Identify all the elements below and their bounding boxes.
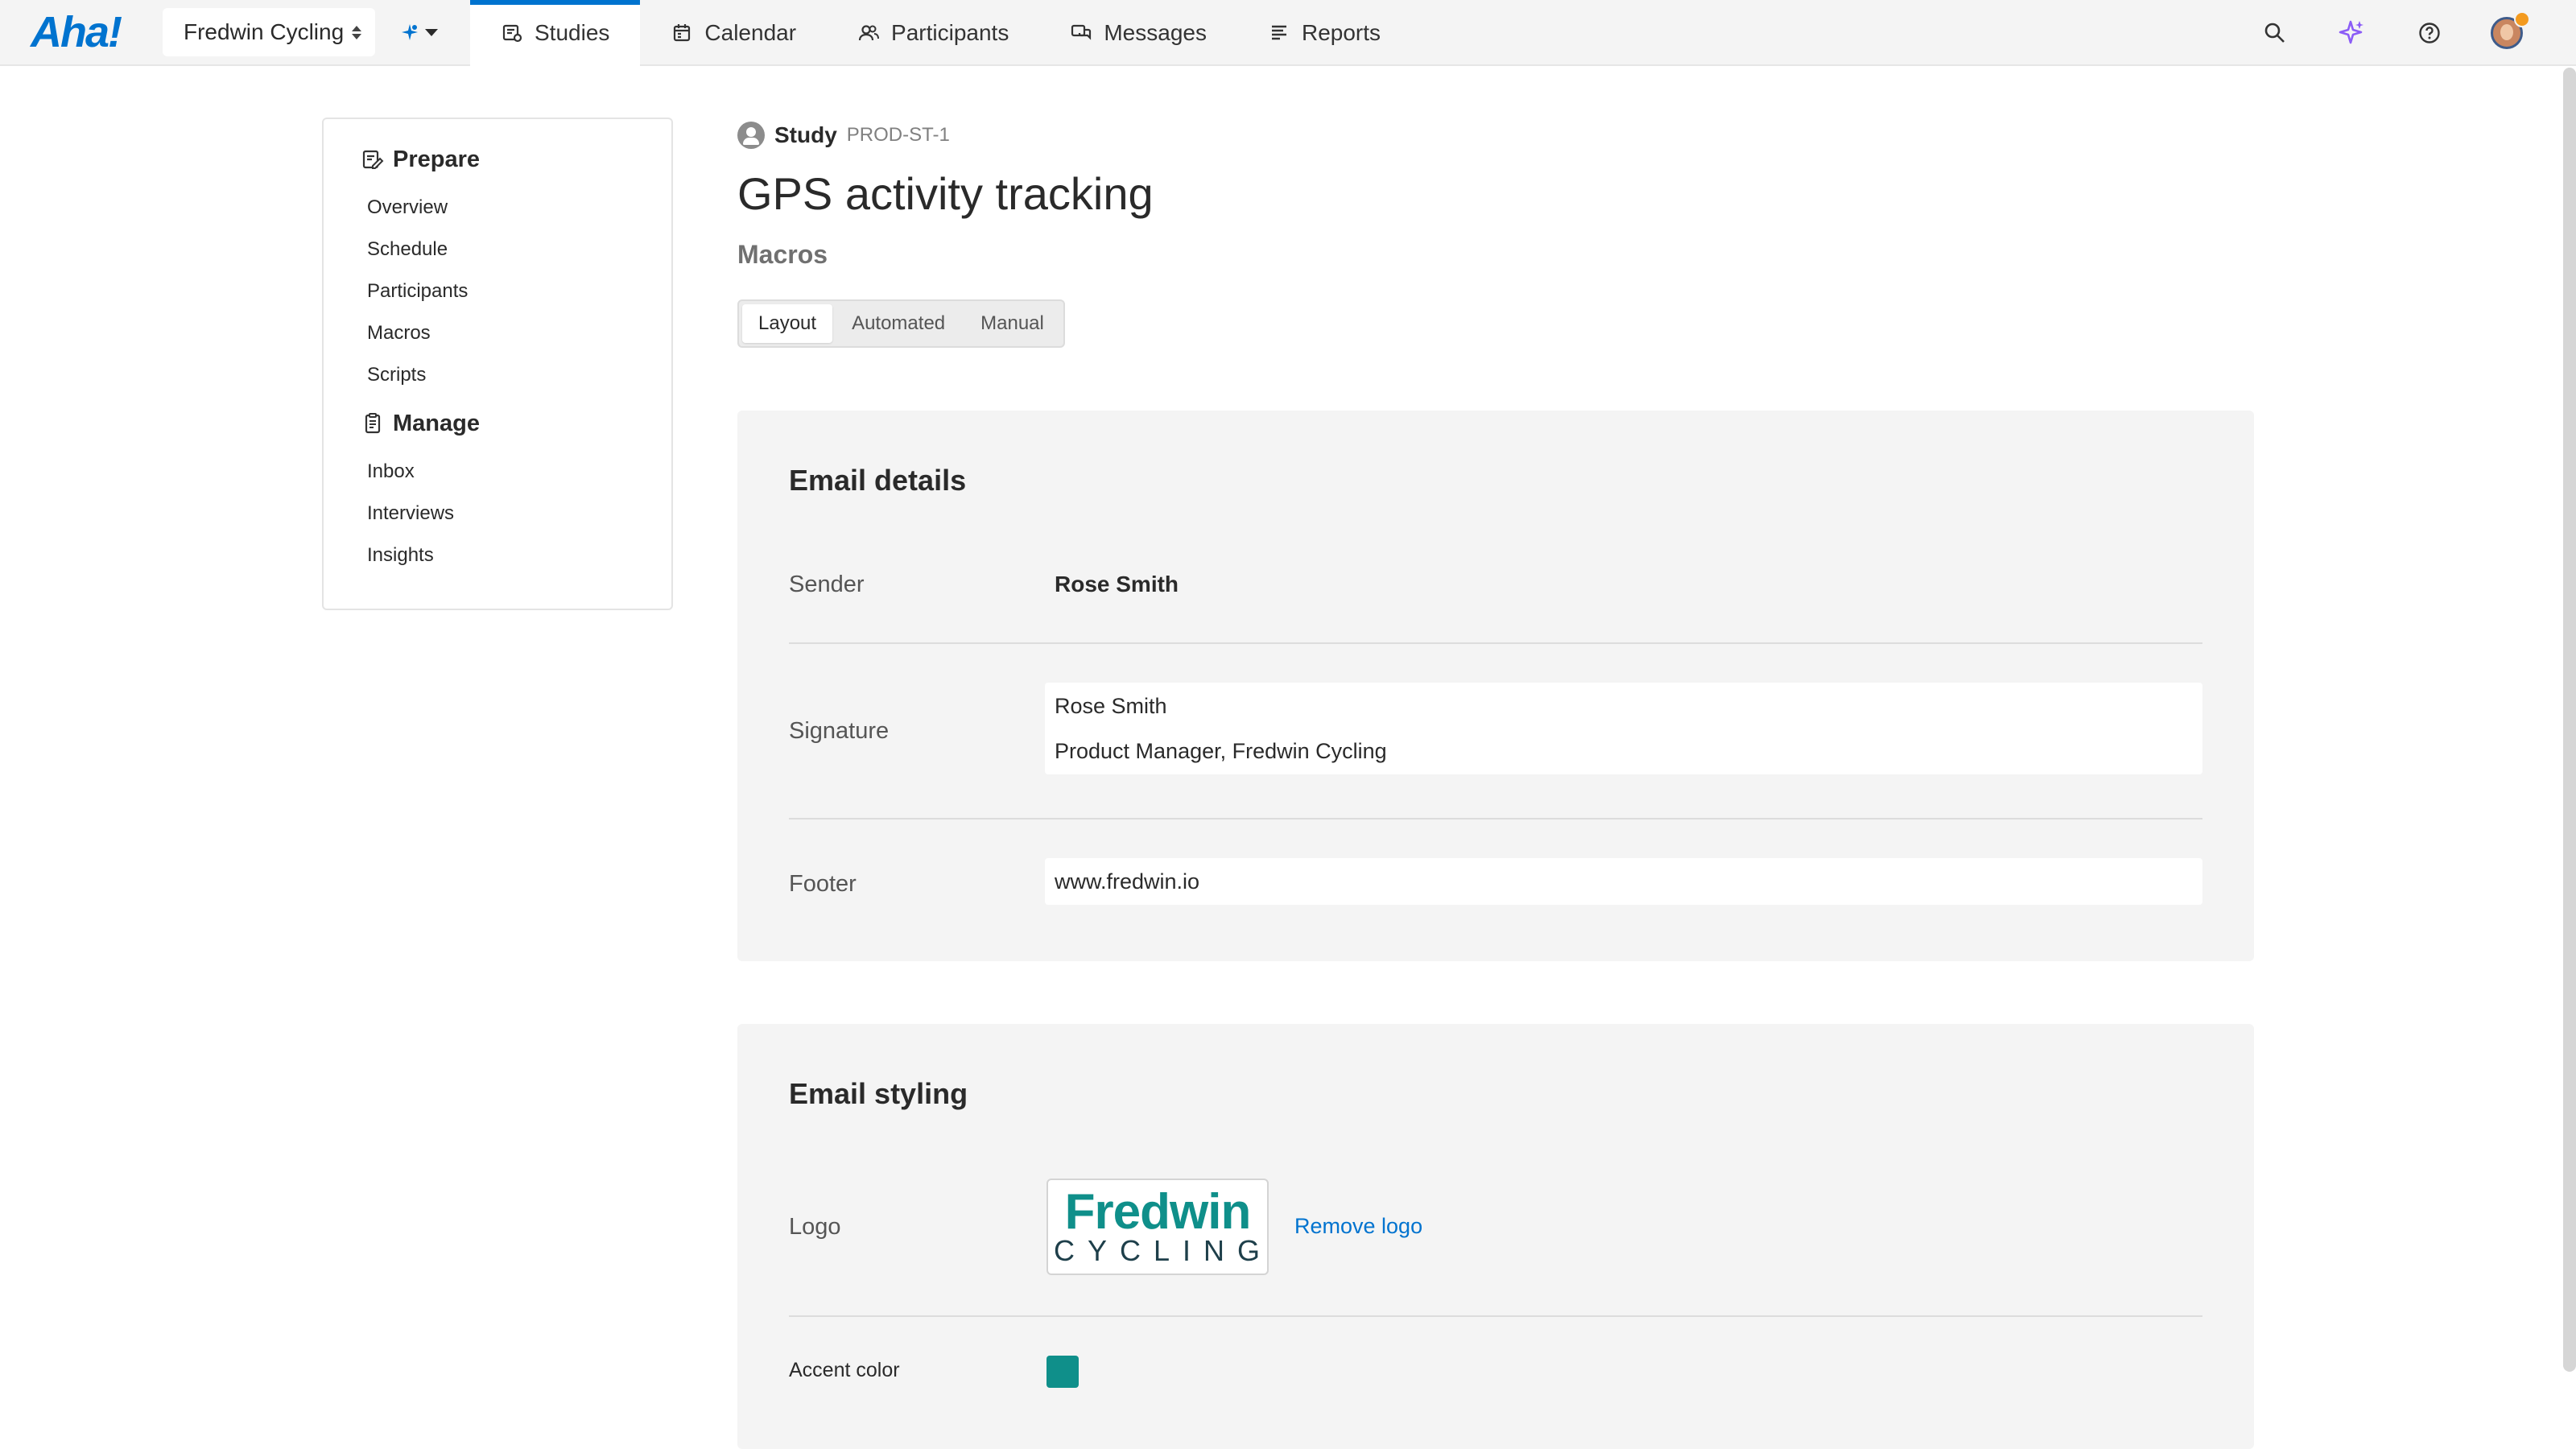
record-reference[interactable]: PROD-ST-1: [847, 124, 950, 147]
help-icon: [2419, 23, 2440, 43]
email-styling-heading: Email styling: [789, 1077, 968, 1110]
segment-layout[interactable]: Layout: [742, 304, 833, 343]
workspace-name: Fredwin Cycling: [184, 19, 345, 44]
segment-automated[interactable]: Automated: [836, 304, 961, 343]
sidebar-manage-list: Inbox Interviews Insights: [367, 451, 671, 576]
sidebar-item-insights[interactable]: Insights: [367, 535, 671, 576]
sidebar-item-schedule[interactable]: Schedule: [367, 229, 671, 270]
tab-label: Studies: [535, 20, 610, 45]
workspace-type-switcher[interactable]: [399, 14, 444, 50]
tab-studies[interactable]: Studies: [470, 0, 641, 66]
notification-dot: [2514, 11, 2530, 27]
accent-color-label: Accent color: [789, 1359, 900, 1381]
sidebar-item-inbox[interactable]: Inbox: [367, 451, 671, 493]
signature-line: Rose Smith: [1055, 694, 1167, 718]
study-sidebar: Prepare Overview Schedule Participants M…: [322, 118, 673, 610]
email-details-card: Email details Sender Rose Smith Signatur…: [737, 411, 2254, 961]
tab-participants[interactable]: Participants: [827, 0, 1039, 66]
sidebar-item-interviews[interactable]: Interviews: [367, 493, 671, 535]
sidebar-item-overview[interactable]: Overview: [367, 187, 671, 229]
divider: [789, 1315, 2202, 1317]
tab-calendar[interactable]: Calendar: [640, 0, 827, 66]
logo-sub-text: CYCLING: [1053, 1234, 1274, 1267]
macro-view-segmented-control: Layout Automated Manual: [737, 299, 1065, 348]
top-navigation-bar: Aha! Fredwin Cycling Studies Calendar Pa…: [0, 0, 2576, 66]
participants-icon: [858, 25, 880, 41]
remove-logo-link[interactable]: Remove logo: [1294, 1214, 1422, 1239]
sidebar-item-scripts[interactable]: Scripts: [367, 354, 671, 396]
user-avatar: [2491, 11, 2530, 49]
accent-color-swatch[interactable]: [1046, 1356, 1079, 1388]
study-icon: [737, 122, 765, 149]
sidebar-item-participants[interactable]: Participants: [367, 270, 671, 312]
tab-reports[interactable]: Reports: [1237, 0, 1411, 66]
signature-editor[interactable]: Rose Smith Product Manager, Fredwin Cycl…: [1045, 683, 2202, 774]
sidebar-section-manage: Manage: [361, 407, 671, 440]
record-breadcrumb: Study PROD-ST-1: [737, 121, 950, 150]
calendar-icon: [674, 24, 691, 42]
tab-label: Participants: [891, 20, 1009, 45]
search-icon: [2264, 23, 2285, 43]
sender-label: Sender: [789, 572, 865, 597]
logo-brand-text: Fredwin: [1064, 1184, 1252, 1240]
sender-value[interactable]: Rose Smith: [1055, 572, 1179, 597]
reports-icon: [1271, 25, 1286, 40]
logo-label: Logo: [789, 1214, 841, 1240]
prepare-icon: [362, 150, 384, 169]
ai-sparkle-icon: [2339, 20, 2363, 44]
help-button[interactable]: [2413, 17, 2446, 49]
page-scrollbar[interactable]: [2563, 68, 2576, 1372]
search-button[interactable]: [2259, 17, 2291, 49]
signature-label: Signature: [789, 718, 890, 744]
main-tabs: Studies Calendar Participants Messages R…: [470, 0, 1411, 66]
email-styling-card: Email styling Logo Fredwin CYCLING Remov…: [737, 1024, 2254, 1449]
footer-label: Footer: [789, 871, 857, 897]
user-menu-button[interactable]: [2491, 11, 2530, 49]
sidebar-section-prepare: Prepare: [361, 143, 671, 175]
messages-icon: [1071, 24, 1092, 40]
footer-input[interactable]: www.fredwin.io: [1045, 858, 2202, 905]
studies-icon: [502, 24, 522, 43]
divider: [789, 642, 2202, 644]
email-details-heading: Email details: [789, 464, 967, 497]
clipboard-icon: [365, 413, 381, 434]
ai-assistant-button[interactable]: [2336, 17, 2368, 49]
tab-messages[interactable]: Messages: [1039, 0, 1237, 66]
sidebar-item-macros[interactable]: Macros: [367, 312, 671, 354]
aha-logo[interactable]: Aha!: [31, 6, 122, 58]
workspace-selector[interactable]: Fredwin Cycling: [163, 8, 375, 56]
divider: [789, 818, 2202, 819]
chevron-down-icon: [425, 28, 438, 36]
uploaded-logo-preview[interactable]: Fredwin CYCLING: [1046, 1179, 1269, 1275]
sort-updown-icon: [352, 25, 362, 39]
sidebar-section-title: Prepare: [393, 146, 481, 172]
page-subtitle: Macros: [737, 240, 828, 269]
tab-label: Reports: [1301, 20, 1381, 45]
signature-line: Product Manager, Fredwin Cycling: [1055, 739, 1387, 763]
segment-manual[interactable]: Manual: [964, 304, 1060, 343]
record-type: Study: [774, 122, 837, 147]
sidebar-prepare-list: Overview Schedule Participants Macros Sc…: [367, 187, 671, 396]
page-title: GPS activity tracking: [737, 168, 1154, 219]
product-icon: [402, 24, 418, 40]
sidebar-section-title: Manage: [393, 410, 480, 436]
tab-label: Calendar: [704, 20, 797, 45]
